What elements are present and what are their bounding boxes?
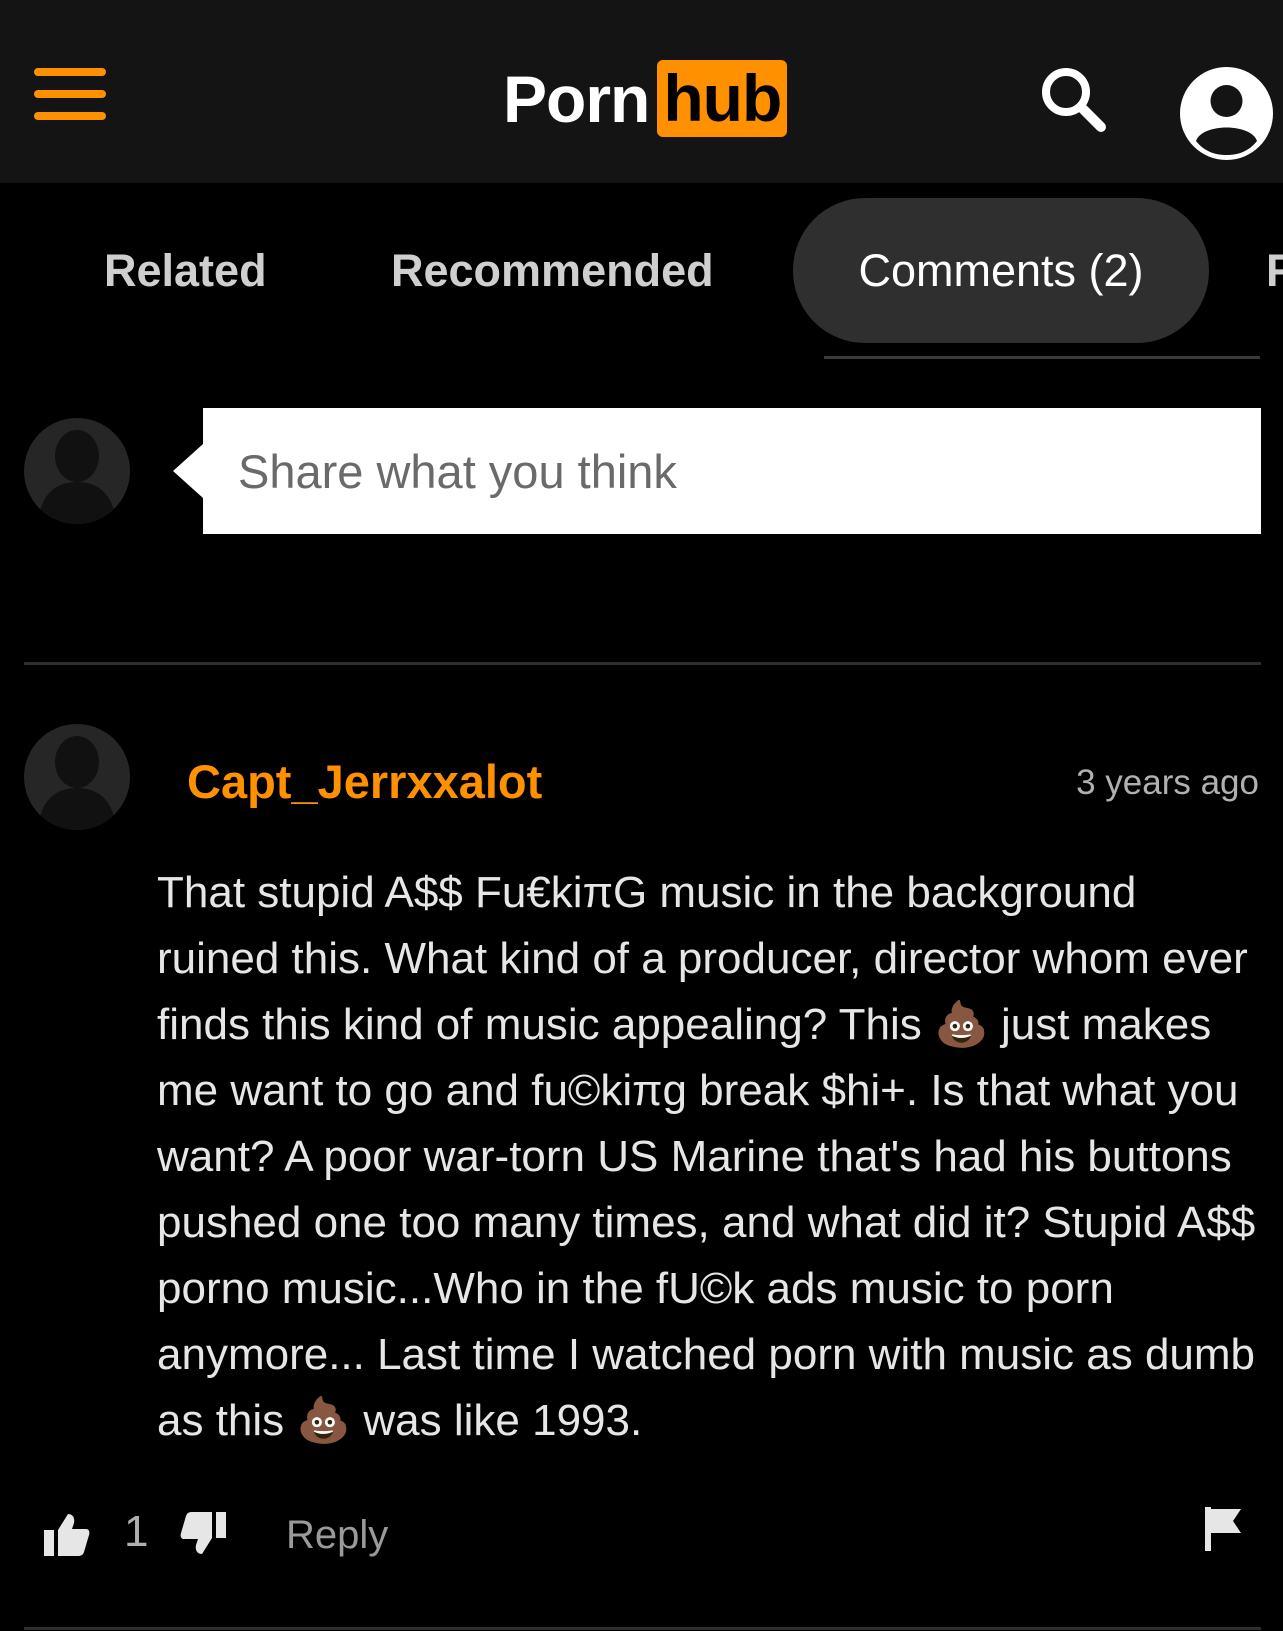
tab-related[interactable]: Related xyxy=(104,198,267,343)
like-count: 1 xyxy=(124,1507,149,1556)
reply-button[interactable]: Reply xyxy=(286,1513,388,1558)
comment-body: That stupid A$$ Fu€kiπG music in the bac… xyxy=(157,868,1256,1445)
default-avatar-icon xyxy=(24,418,130,524)
composer-pointer xyxy=(173,444,203,498)
hamburger-menu-icon[interactable] xyxy=(34,68,106,120)
comment-timestamp: 3 years ago xyxy=(1076,763,1259,802)
tab-partial[interactable]: F xyxy=(1266,198,1283,343)
logo-text-right: hub xyxy=(657,60,788,137)
divider-bottom xyxy=(24,1627,1261,1630)
divider xyxy=(24,662,1261,665)
tab-underline xyxy=(824,356,1260,359)
tab-comments[interactable]: Comments (2) xyxy=(793,198,1209,343)
top-bar: Porn hub xyxy=(0,0,1283,183)
user-account-icon[interactable] xyxy=(1180,67,1273,160)
thumbs-up-icon[interactable] xyxy=(44,1512,90,1563)
search-icon[interactable] xyxy=(1040,66,1106,132)
thumbs-down-icon[interactable] xyxy=(180,1510,226,1561)
flag-icon[interactable] xyxy=(1205,1507,1243,1556)
site-logo[interactable]: Porn hub xyxy=(503,60,788,137)
logo-text-left: Porn xyxy=(503,61,650,136)
tab-bar: Related Recommended Comments (2) F xyxy=(0,198,1283,343)
comment-username[interactable]: Capt_Jerrxxalot xyxy=(187,754,542,809)
tab-recommended[interactable]: Recommended xyxy=(391,198,714,343)
commenter-avatar[interactable] xyxy=(24,724,130,830)
comment-input[interactable] xyxy=(203,408,1261,534)
